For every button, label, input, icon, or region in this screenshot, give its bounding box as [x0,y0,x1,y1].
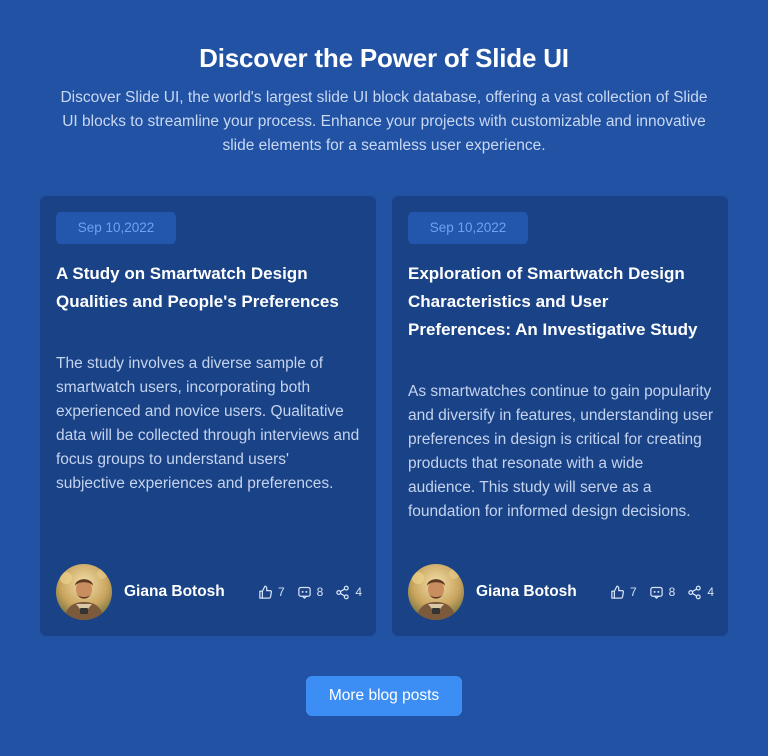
post-stats: 7 8 4 [258,585,362,600]
post-title[interactable]: Exploration of Smartwatch Design Charact… [408,260,714,344]
blog-post-card[interactable]: Sep 10,2022 Exploration of Smartwatch De… [392,196,728,636]
share-icon [336,585,350,599]
comment-stat[interactable]: 8 [649,585,676,600]
comment-stat[interactable]: 8 [297,585,324,600]
like-stat[interactable]: 7 [258,585,285,600]
post-date-badge: Sep 10,2022 [56,212,176,244]
comment-count: 8 [316,585,324,599]
author-avatar[interactable] [56,564,112,620]
author-name[interactable]: Giana Botosh [124,583,225,601]
like-count: 7 [277,585,285,599]
page-title: Discover the Power of Slide UI [199,43,569,73]
post-title[interactable]: A Study on Smartwatch Design Qualities a… [56,260,362,316]
thumbs-up-icon [611,585,624,599]
share-stat[interactable]: 4 [687,585,714,600]
page-subtitle: Discover Slide UI, the world's largest s… [60,89,708,154]
comment-icon [297,586,311,599]
post-date-badge: Sep 10,2022 [408,212,528,244]
share-count: 4 [707,585,714,599]
more-blog-posts-button[interactable]: More blog posts [306,676,462,716]
post-stats: 7 8 4 [610,585,714,600]
post-excerpt: As smartwatches continue to gain popular… [408,383,714,520]
post-author-row: Giana Botosh 7 8 4 [408,564,714,620]
post-author-row: Giana Botosh 7 8 4 [56,564,362,620]
author-name[interactable]: Giana Botosh [476,583,577,601]
share-icon [688,585,702,599]
author-avatar[interactable] [408,564,464,620]
share-stat[interactable]: 4 [335,585,362,600]
comment-icon [649,586,663,599]
post-excerpt: The study involves a diverse sample of s… [56,355,360,492]
share-count: 4 [355,585,362,599]
thumbs-up-icon [259,585,272,599]
like-count: 7 [629,585,637,599]
comment-count: 8 [668,585,676,599]
like-stat[interactable]: 7 [610,585,637,600]
page-header: Discover the Power of Slide UI Discover … [0,40,768,158]
blog-post-card[interactable]: Sep 10,2022 A Study on Smartwatch Design… [40,196,376,636]
